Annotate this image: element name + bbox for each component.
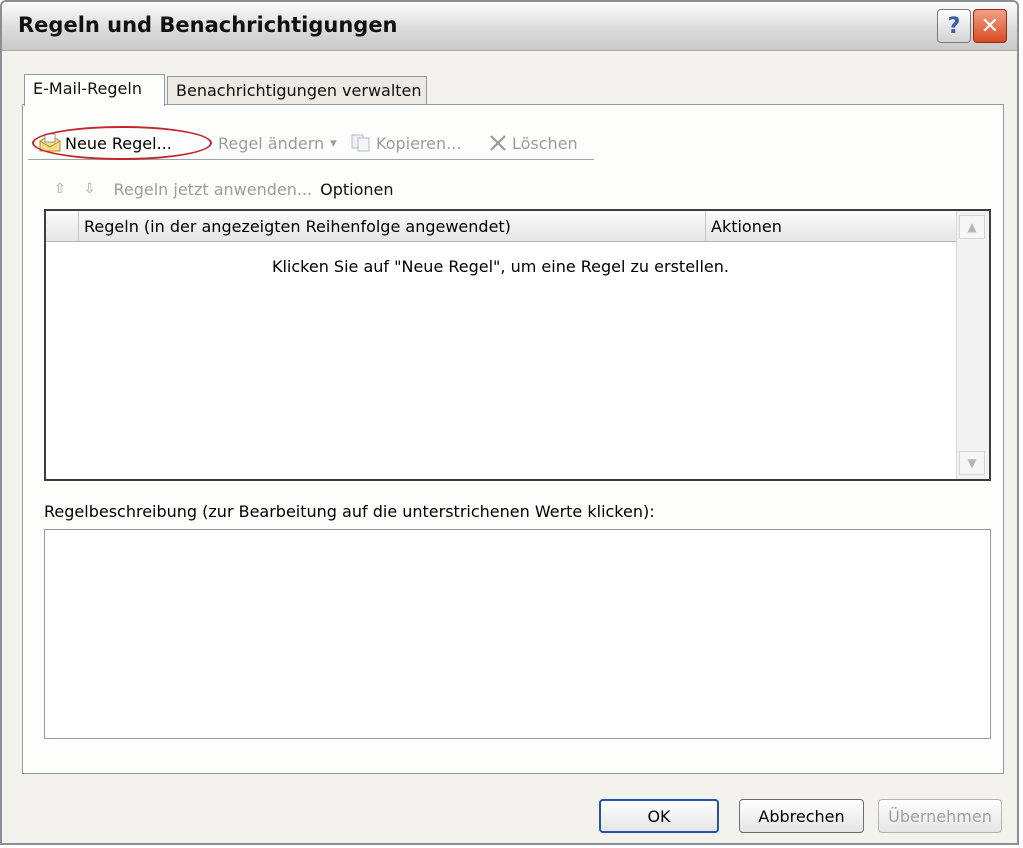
- change-rule-button[interactable]: Regel ändern ▾: [218, 129, 337, 157]
- rule-description-box[interactable]: [44, 529, 991, 739]
- close-button[interactable]: ✕: [973, 9, 1007, 43]
- apply-button[interactable]: Übernehmen: [878, 799, 1002, 833]
- column-header-rules[interactable]: Regeln (in der angezeigten Reihenfolge a…: [78, 211, 705, 241]
- secondary-toolbar: ⇧ ⇩ Regeln jetzt anwenden... Optionen: [54, 177, 394, 201]
- tab-manage-notifications[interactable]: Benachrichtigungen verwalten: [167, 76, 427, 106]
- rule-description-label: Regelbeschreibung (zur Bearbeitung auf d…: [44, 502, 655, 521]
- copy-rule-button[interactable]: Kopieren...: [350, 129, 461, 157]
- delete-rule-label: Löschen: [512, 133, 578, 153]
- column-header-actions[interactable]: Aktionen: [705, 211, 957, 241]
- checkbox-column-header: [46, 211, 78, 241]
- tab-email-rules[interactable]: E-Mail-Regeln: [24, 74, 165, 106]
- new-rule-highlight-ring: [32, 126, 212, 160]
- scroll-down-icon[interactable]: ▼: [959, 451, 985, 475]
- help-button[interactable]: ?: [937, 9, 971, 43]
- dropdown-caret-icon: ▾: [330, 135, 337, 151]
- move-up-icon[interactable]: ⇧: [54, 181, 66, 197]
- move-down-icon[interactable]: ⇩: [84, 181, 96, 197]
- scroll-up-icon[interactable]: ▲: [959, 215, 985, 239]
- copy-rule-label: Kopieren...: [376, 133, 462, 153]
- change-rule-label: Regel ändern: [218, 133, 325, 153]
- rules-list-header: Regeln (in der angezeigten Reihenfolge a…: [46, 211, 957, 242]
- apply-rules-now-button[interactable]: Regeln jetzt anwenden...: [113, 180, 312, 199]
- ok-button[interactable]: OK: [599, 799, 719, 833]
- options-button[interactable]: Optionen: [320, 180, 393, 199]
- copy-icon: [351, 134, 370, 152]
- cancel-button[interactable]: Abbrechen: [739, 799, 864, 833]
- dialog-title: Regeln und Benachrichtigungen: [18, 13, 398, 37]
- rules-list-scrollbar[interactable]: ▲ ▼: [956, 211, 989, 479]
- rules-dialog: Regeln und Benachrichtigungen ? ✕ E-Mail…: [0, 0, 1019, 845]
- rules-list[interactable]: Regeln (in der angezeigten Reihenfolge a…: [44, 209, 991, 481]
- title-bar[interactable]: Regeln und Benachrichtigungen ? ✕: [2, 2, 1017, 51]
- delete-x-icon: [490, 135, 506, 151]
- empty-list-message: Klicken Sie auf "Neue Regel", um eine Re…: [271, 257, 729, 276]
- delete-rule-button[interactable]: Löschen: [488, 129, 578, 157]
